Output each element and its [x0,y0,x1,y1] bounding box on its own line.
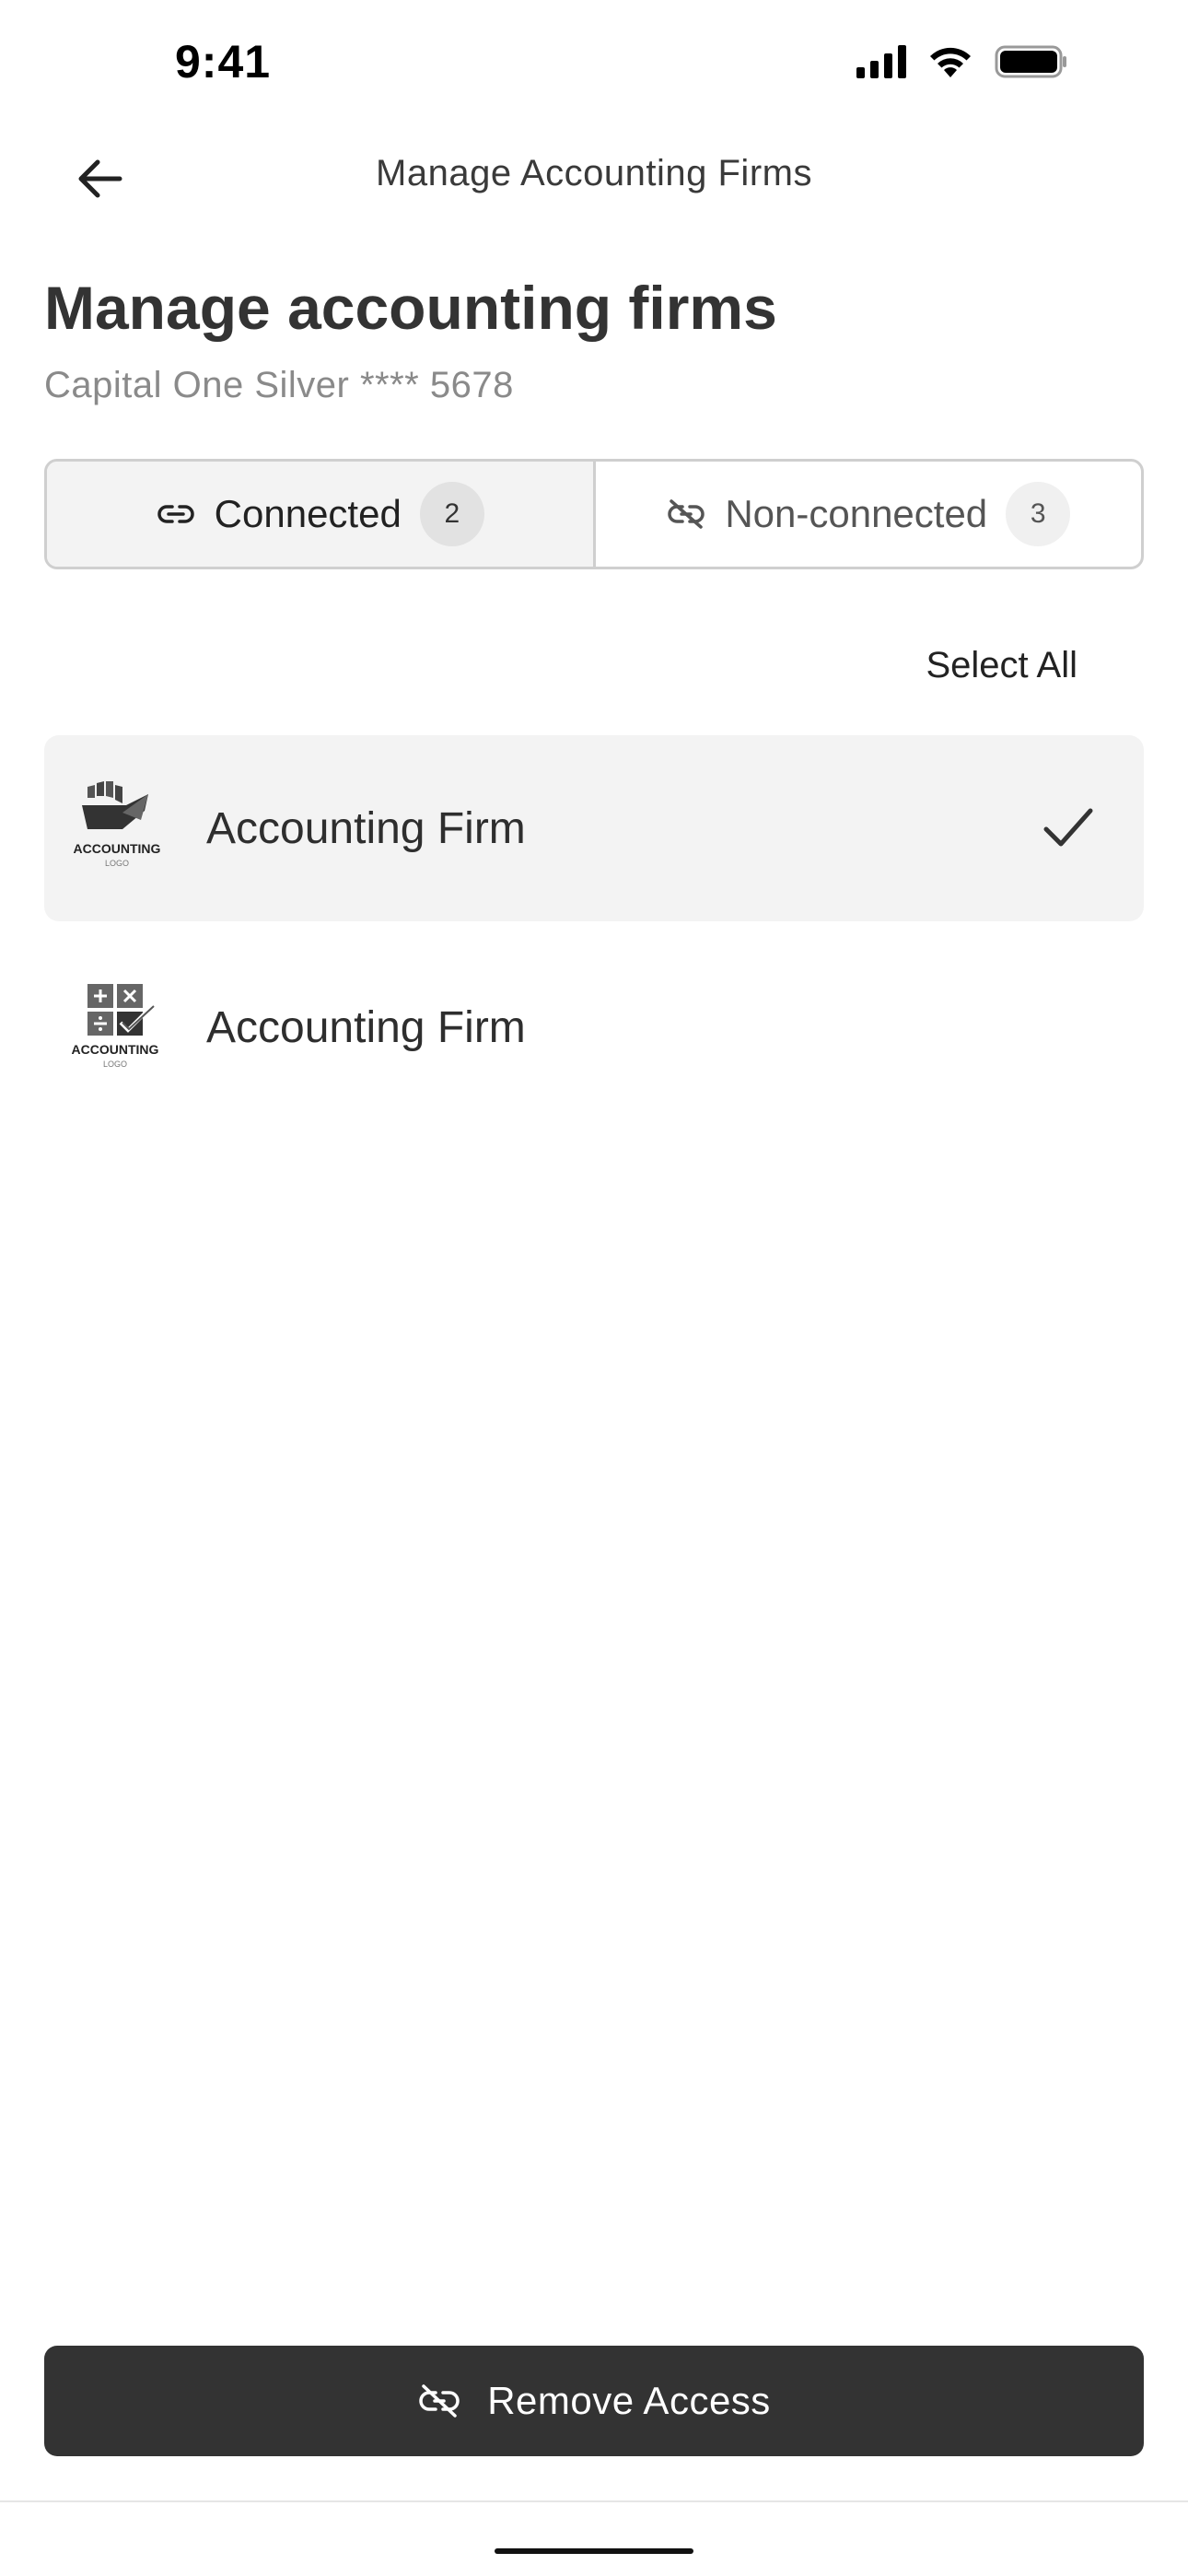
wifi-icon [930,47,971,77]
accounting-logo-calculator-icon: ACCOUNTING LOGO [66,972,168,1083]
tab-connected-count-badge: 2 [419,482,484,546]
accounting-logo-hand-icon: ACCOUNTING LOGO [66,773,168,884]
connection-tabs: Connected 2 Non-connected 3 [44,459,1144,569]
firm-name: Accounting Firm [206,803,526,853]
link-off-icon [419,2384,460,2418]
battery-icon [995,45,1066,78]
status-icons [856,44,1068,79]
bottom-divider [0,2500,1188,2502]
link-icon [157,505,194,523]
svg-text:ACCOUNTING: ACCOUNTING [74,841,161,856]
tab-non-connected-count-badge: 3 [1006,482,1071,546]
tab-connected-label: Connected [214,492,402,535]
checkmark-icon [1043,808,1093,847]
select-all-button[interactable]: Select All [926,645,1077,686]
status-bar: 9:41 [0,0,1188,129]
tab-non-connected[interactable]: Non-connected 3 [592,462,1142,567]
cellular-signal-icon [856,45,906,78]
svg-text:ACCOUNTING: ACCOUNTING [72,1042,159,1057]
navigation-bar: Manage Accounting Firms [0,129,1188,230]
home-indicator [495,2548,693,2554]
link-off-icon [668,499,705,529]
svg-text:LOGO: LOGO [105,859,129,868]
tab-connected[interactable]: Connected 2 [47,462,593,567]
tab-non-connected-label: Non-connected [725,492,988,535]
remove-access-button[interactable]: Remove Access [44,2346,1144,2456]
status-time: 9:41 [175,36,272,88]
page-subtitle: Capital One Silver **** 5678 [44,365,514,405]
list-item[interactable]: ACCOUNTING LOGO Accounting Firm [44,735,1144,921]
page-title: Manage accounting firms [44,274,777,342]
remove-access-label: Remove Access [487,2379,771,2422]
list-item[interactable]: ACCOUNTING LOGO Accounting Firm [44,934,1144,1120]
nav-title: Manage Accounting Firms [376,153,812,193]
svg-text:LOGO: LOGO [103,1060,127,1069]
firm-name: Accounting Firm [206,1002,526,1052]
